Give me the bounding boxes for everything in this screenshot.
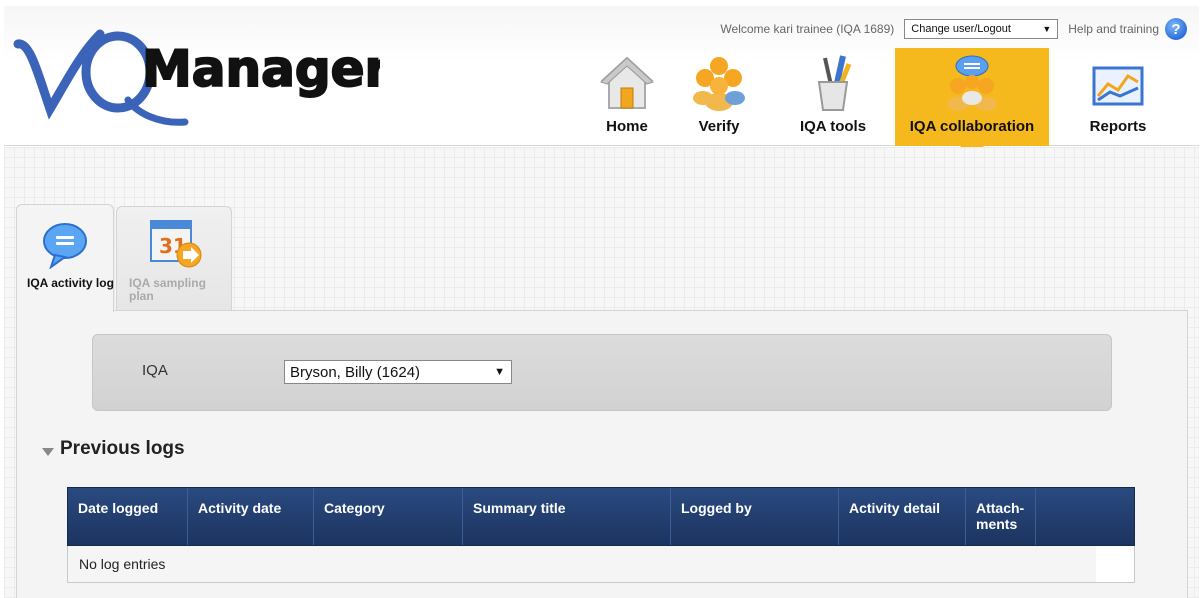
calendar-arrow-icon: 31 (150, 220, 202, 268)
tab-iqa-activity-log[interactable]: IQA activity log (16, 204, 114, 312)
column-header-spacer (1036, 488, 1074, 545)
nav-label-iqa-collaboration: IQA collaboration (909, 118, 1035, 135)
column-header-activity-date[interactable]: Activity date (188, 488, 314, 545)
column-header-activity-detail[interactable]: Activity detail (839, 488, 966, 545)
chevron-down-icon: ▼ (494, 366, 505, 378)
tools-cup-icon (817, 55, 852, 111)
empty-message: No log entries (79, 556, 166, 572)
collapse-triangle-icon (42, 448, 54, 456)
previous-logs-table: Date logged Activity date Category Summa… (67, 487, 1135, 583)
nav-label-reports: Reports (1089, 118, 1147, 135)
welcome-text: Welcome kari trainee (IQA 1689) (720, 22, 895, 36)
main-nav: Home Verify IQA tools IQA collaboration … (587, 48, 1187, 158)
svg-text:Manager: Manager (142, 40, 380, 98)
nav-label-iqa-tools: IQA tools (799, 118, 867, 135)
help-link-label: Help and training (1068, 22, 1159, 36)
vqmanager-logo: Manager (13, 29, 380, 126)
nav-item-verify[interactable]: Verify (667, 48, 771, 146)
home-icon (600, 56, 654, 109)
column-header-category[interactable]: Category (314, 488, 463, 545)
section-title: Previous logs (60, 438, 185, 459)
column-header-logged-by[interactable]: Logged by (671, 488, 839, 545)
nav-item-iqa-tools[interactable]: IQA tools (771, 48, 895, 146)
help-and-training-link[interactable]: Help and training ? (1068, 18, 1187, 40)
iqa-filter-box (92, 334, 1112, 411)
column-header-date-logged[interactable]: Date logged (68, 488, 188, 545)
verify-people-icon (693, 57, 745, 111)
nav-label-verify: Verify (698, 118, 740, 135)
tab-label-iqa-activity-log: IQA activity log (27, 276, 114, 290)
speech-bubble-icon (43, 223, 87, 269)
tab-label-iqa-sampling-plan: IQA sampling plan (129, 276, 206, 303)
app-header: Manager Welcome kari trainee (IQA 1689) … (4, 6, 1199, 158)
table-header: Date logged Activity date Category Summa… (67, 487, 1135, 546)
previous-logs-toggle[interactable]: Previous logs (42, 438, 185, 460)
user-bar: Welcome kari trainee (IQA 1689) Change u… (720, 18, 1187, 40)
iqa-select-value: Bryson, Billy (1624) (290, 363, 421, 381)
tab-iqa-sampling-plan[interactable]: 31 IQA sampling plan (116, 206, 232, 310)
chevron-down-icon: ▼ (1042, 24, 1052, 34)
nav-item-home[interactable]: Home (587, 48, 667, 146)
nav-item-reports[interactable]: Reports (1049, 48, 1187, 146)
change-user-select[interactable]: Change user/Logout ▼ (904, 19, 1059, 39)
collaboration-icon (947, 55, 997, 111)
chart-icon (1092, 66, 1144, 106)
nav-item-iqa-collaboration[interactable]: IQA collaboration (895, 48, 1049, 158)
help-icon: ? (1165, 18, 1187, 40)
iqa-select[interactable]: Bryson, Billy (1624) ▼ (284, 360, 512, 384)
change-user-select-value: Change user/Logout (911, 23, 1011, 35)
column-header-attachments[interactable]: Attach-ments (966, 488, 1036, 545)
table-body: No log entries (67, 546, 1135, 583)
column-header-summary-title[interactable]: Summary title (463, 488, 671, 545)
table-row: No log entries (68, 546, 1096, 582)
nav-label-home: Home (606, 118, 648, 135)
iqa-filter-label: IQA (142, 362, 168, 379)
